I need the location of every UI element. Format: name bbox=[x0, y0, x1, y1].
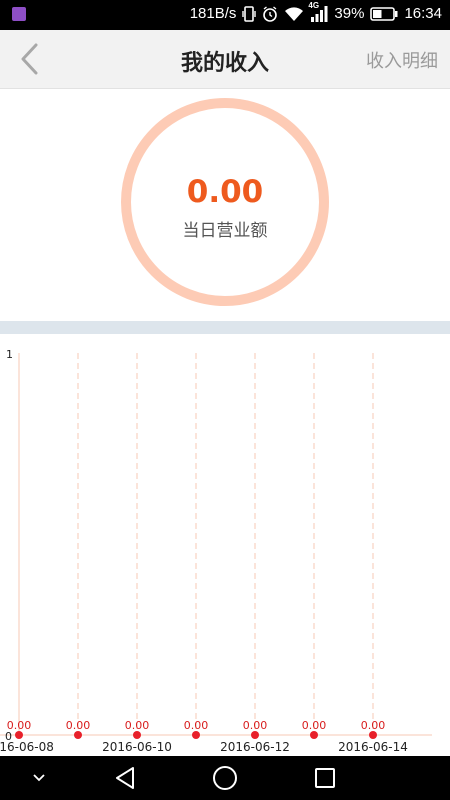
status-right-group: 181B/s 4G 39% 16:34 bbox=[189, 1, 442, 23]
data-point bbox=[369, 731, 377, 739]
nav-recents-button[interactable] bbox=[310, 764, 340, 792]
data-point bbox=[192, 731, 200, 739]
data-point bbox=[15, 731, 23, 739]
data-point bbox=[251, 731, 259, 739]
home-circle-icon bbox=[213, 766, 237, 790]
app-header: 我的收入 收入明细 bbox=[0, 30, 450, 89]
daily-summary: 0.00 当日营业额 bbox=[0, 89, 450, 321]
data-point bbox=[133, 731, 141, 739]
x-tick-label: 2016-06-14 bbox=[338, 740, 408, 754]
data-label: 0.00 bbox=[361, 719, 386, 732]
data-label: 0.00 bbox=[302, 719, 327, 732]
alarm-icon bbox=[262, 5, 278, 22]
nav-back-button[interactable] bbox=[110, 764, 140, 792]
wifi-icon bbox=[284, 6, 304, 22]
x-tick-label: 2016-06-12 bbox=[220, 740, 290, 754]
vibrate-icon bbox=[242, 5, 257, 22]
battery-icon bbox=[370, 6, 398, 21]
clock: 16:34 bbox=[404, 5, 442, 22]
x-tick-label: 2016-06-08 bbox=[0, 740, 54, 754]
daily-amount: 0.00 bbox=[186, 174, 264, 210]
signal-type: 4G bbox=[308, 0, 320, 10]
data-label: 0.00 bbox=[243, 719, 268, 732]
data-label: 0.00 bbox=[7, 719, 32, 732]
chevron-down-icon bbox=[33, 774, 45, 782]
battery-percent: 39% bbox=[334, 5, 365, 22]
status-bar: 181B/s 4G 39% 16:34 bbox=[0, 0, 450, 30]
data-point bbox=[310, 731, 318, 739]
section-divider bbox=[0, 321, 450, 334]
signal-icon: 4G bbox=[308, 1, 328, 22]
income-detail-link[interactable]: 收入明细 bbox=[366, 47, 438, 73]
app-notification-icon bbox=[12, 7, 26, 21]
back-triangle-icon bbox=[116, 767, 134, 789]
recents-square-icon bbox=[315, 768, 335, 788]
income-chart: 100.000.000.000.000.000.000.002016-06-08… bbox=[0, 334, 450, 756]
y-tick-label: 1 bbox=[6, 348, 13, 361]
x-tick-label: 2016-06-10 bbox=[102, 740, 172, 754]
daily-amount-label: 当日营业额 bbox=[182, 221, 268, 241]
data-label: 0.00 bbox=[66, 719, 91, 732]
chart-canvas: 100.000.000.000.000.000.000.002016-06-08… bbox=[0, 348, 432, 754]
nav-hide-button[interactable] bbox=[24, 764, 54, 792]
data-label: 0.00 bbox=[125, 719, 150, 732]
network-speed: 181B/s bbox=[189, 5, 237, 22]
system-nav-bar bbox=[0, 756, 450, 800]
nav-home-button[interactable] bbox=[210, 764, 240, 792]
data-point bbox=[74, 731, 82, 739]
data-label: 0.00 bbox=[184, 719, 209, 732]
